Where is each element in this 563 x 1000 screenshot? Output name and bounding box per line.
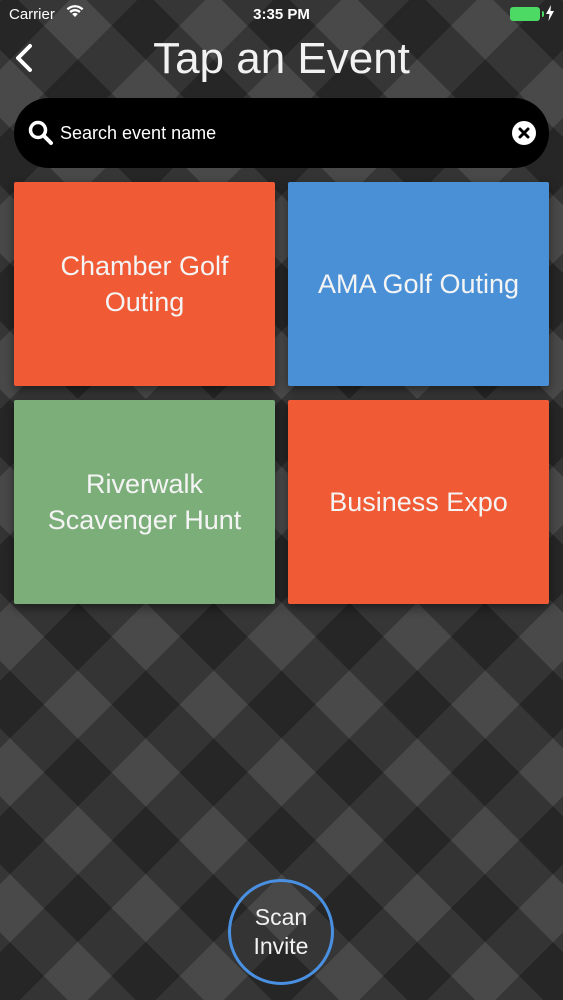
- event-tile-label: Chamber Golf Outing: [60, 251, 229, 317]
- event-tile-label: Business Expo: [329, 487, 508, 517]
- search-bar: [14, 98, 549, 168]
- search-icon: [28, 120, 54, 151]
- event-tile-ama-golf-outing[interactable]: AMA Golf Outing: [288, 182, 549, 386]
- scan-invite-button[interactable]: Scan Invite: [228, 879, 334, 985]
- event-tile-chamber-golf-outing[interactable]: Chamber Golf Outing: [14, 182, 275, 386]
- event-tile-riverwalk-scavenger-hunt[interactable]: Riverwalk Scavenger Hunt: [14, 400, 275, 604]
- status-bar: Carrier 3:35 PM: [0, 0, 563, 30]
- close-icon: [518, 127, 530, 139]
- nav-bar: Tap an Event: [0, 30, 563, 92]
- event-tile-label: Riverwalk Scavenger Hunt: [47, 469, 242, 535]
- battery-icon: [510, 7, 544, 21]
- event-tile-business-expo[interactable]: Business Expo: [288, 400, 549, 604]
- page-title: Tap an Event: [153, 34, 410, 83]
- event-tile-label: AMA Golf Outing: [317, 269, 520, 299]
- clear-search-button[interactable]: [512, 121, 536, 145]
- search-input[interactable]: [60, 115, 500, 151]
- scan-invite-label: Scan Invite: [253, 904, 309, 959]
- bolt-icon: [546, 5, 554, 25]
- status-time: 3:35 PM: [253, 6, 310, 23]
